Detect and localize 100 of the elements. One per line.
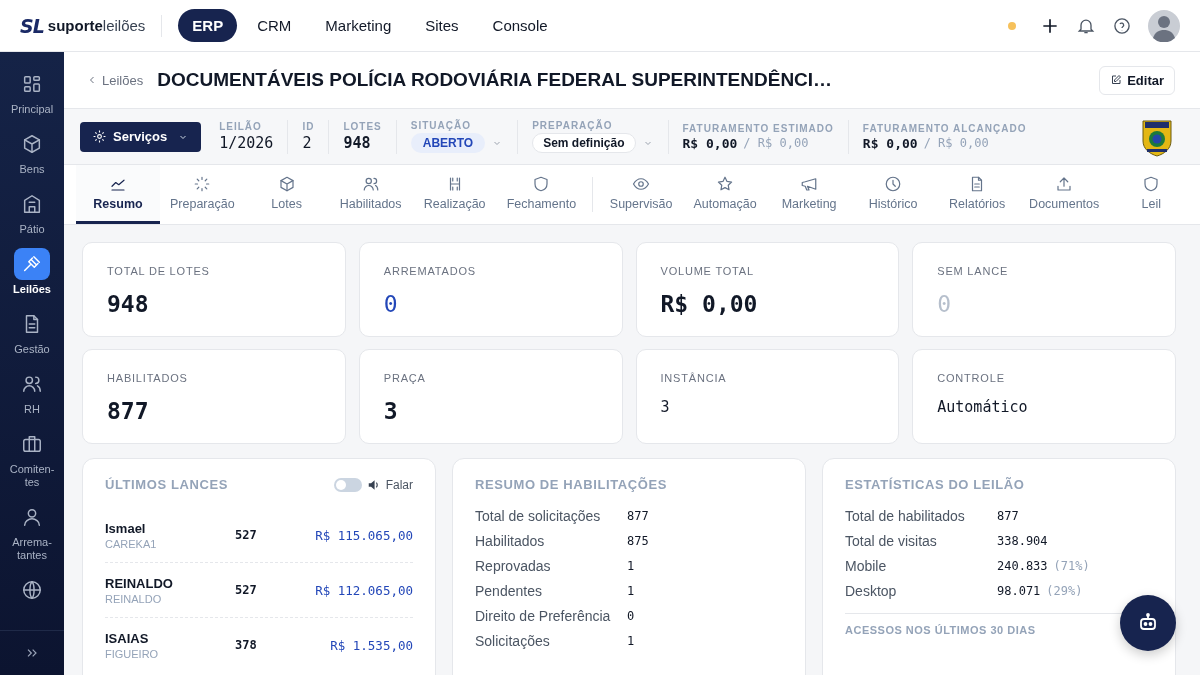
sidebar-item[interactable]: Comiten-tes [0, 428, 64, 489]
card-title: ÚLTIMOS LANCES [105, 477, 228, 492]
stat-value: 0 [383, 291, 399, 317]
row-label: Mobile [845, 558, 888, 574]
row-label: Total de visitas [845, 533, 938, 549]
sidebar-item[interactable]: RH [0, 368, 64, 416]
field-label: ID [302, 121, 315, 132]
bidder-user: FIGUEIRO [105, 647, 160, 660]
help-icon[interactable] [1112, 15, 1132, 36]
logo-text: suporteleilões [47, 17, 146, 34]
clock-icon [884, 175, 903, 193]
bid-amount: R$ 115.065,00 [315, 527, 413, 543]
row-label: Total de habilitados [845, 508, 966, 524]
services-button[interactable]: Serviços [80, 121, 202, 152]
tab[interactable]: Relatórios [935, 165, 1020, 224]
row-value: 1 [627, 559, 636, 573]
tab[interactable]: Documentos [1019, 165, 1110, 224]
card-title: RESUMO DE HABILITAÇÕES [475, 477, 669, 492]
lot-number: 527 [235, 528, 257, 542]
row-share: (71%) [1053, 559, 1090, 573]
stat-label: VOLUME TOTAL [660, 265, 755, 277]
field-label: LEILÃO [219, 121, 263, 132]
briefcase-icon [21, 433, 43, 455]
row-value: 0 [627, 609, 636, 623]
cube-icon [277, 175, 296, 193]
field-value: R$ 0,00 [862, 135, 918, 151]
stat-label: CONTROLE [937, 372, 1006, 384]
bidder-user: CAREKA1 [105, 537, 158, 550]
field-value: R$ 0,00 [682, 135, 738, 151]
page-title: DOCUMENTÁVEIS POLÍCIA RODOVIÁRIA FEDERAL SUPERINTENDÊNCI… [157, 69, 833, 91]
stat-value: R$ 0,00 [660, 291, 759, 317]
stat-label: ARREMATADOS [383, 265, 477, 277]
stat-label: SEM LANCE [937, 265, 1010, 277]
sidebar-item[interactable]: Leilões [0, 248, 64, 296]
bidder-name: Ismael [105, 520, 147, 536]
row-label: Direito de Preferência [475, 608, 612, 624]
stat-value: 3 [660, 398, 671, 416]
tab[interactable]: Lotes [244, 165, 329, 224]
stat-value: 3 [383, 398, 399, 424]
nav-tab[interactable]: Console [478, 9, 562, 42]
sidebar-item[interactable]: Arrema-tantes [0, 501, 64, 562]
row-label: Habilitados [475, 533, 546, 549]
lot-number: 527 [235, 583, 257, 597]
tab[interactable]: Resumo [76, 165, 160, 224]
bidder-user: REINALDO [105, 592, 163, 605]
globe-icon [21, 579, 43, 601]
loader-icon [193, 175, 212, 193]
user-icon [21, 506, 43, 528]
users-icon [21, 373, 43, 395]
tab[interactable]: Preparação [160, 165, 245, 224]
field-label: FATURAMENTO ALCANÇADO [862, 122, 1027, 134]
sidebar-item[interactable]: Bens [0, 128, 64, 176]
back-link[interactable]: Leilões [86, 72, 144, 88]
row-value: 240.833 [997, 559, 1048, 573]
tab[interactable]: Supervisão [599, 165, 684, 224]
nav-tab[interactable]: ERP [178, 9, 238, 42]
nav-tab[interactable]: CRM [243, 9, 306, 42]
sidebar-item[interactable]: Principal [0, 68, 64, 116]
bid-amount: R$ 112.065,00 [315, 582, 413, 598]
tab[interactable]: Automação [683, 165, 768, 224]
sidebar-item[interactable]: Gestão [0, 308, 64, 356]
preparation-select[interactable]: Sem definição [532, 133, 636, 153]
status-badge[interactable]: ABERTO [410, 133, 486, 153]
card-title: ESTATÍSTICAS DO LEILÃO [845, 477, 1026, 492]
sidebar-item[interactable]: Pátio [0, 188, 64, 236]
bidder-name: ISAIAS [105, 630, 150, 646]
stat-value: 0 [937, 291, 953, 317]
row-label: Desktop [845, 583, 898, 599]
bidder-name: REINALDO [105, 575, 174, 591]
eye-icon [632, 175, 651, 193]
field-total: / R$ 0,00 [743, 136, 809, 150]
section-title: ACESSOS NOS ÚLTIMOS 30 DIAS [845, 624, 1037, 636]
speak-label: Falar [385, 477, 413, 492]
grid-icon [21, 73, 43, 95]
row-value: 875 [627, 534, 650, 548]
row-share: (29%) [1046, 584, 1083, 598]
lot-number: 378 [235, 638, 257, 652]
nav-tab[interactable]: Marketing [311, 9, 406, 42]
tab[interactable]: Realização [412, 165, 497, 224]
stat-value: Automático [937, 398, 1029, 416]
row-value: 1 [627, 634, 636, 648]
row-value: 98.071 [997, 584, 1041, 598]
speak-toggle[interactable] [333, 477, 362, 492]
stat-label: TOTAL DE LOTES [107, 265, 211, 277]
tab[interactable]: Habilitados [328, 165, 413, 224]
field-value: 2 [302, 134, 313, 152]
nav-tab[interactable]: Sites [411, 9, 473, 42]
shield-icon [1142, 175, 1161, 193]
edit-button[interactable]: Editar [1099, 65, 1175, 95]
field-label: FATURAMENTO ESTIMADO [682, 122, 834, 134]
avatar-icon[interactable] [1148, 9, 1180, 42]
field-label: SITUAÇÃO [410, 120, 472, 131]
tab[interactable]: Leil [1109, 165, 1194, 224]
row-value: 877 [997, 509, 1019, 523]
tab[interactable]: Marketing [767, 165, 852, 224]
megaphone-icon [800, 175, 819, 193]
tab[interactable]: Histórico [851, 165, 936, 224]
field-value: 1/2026 [219, 134, 274, 152]
tab[interactable]: Fechamento [496, 165, 587, 224]
stat-label: PRAÇA [383, 372, 427, 384]
